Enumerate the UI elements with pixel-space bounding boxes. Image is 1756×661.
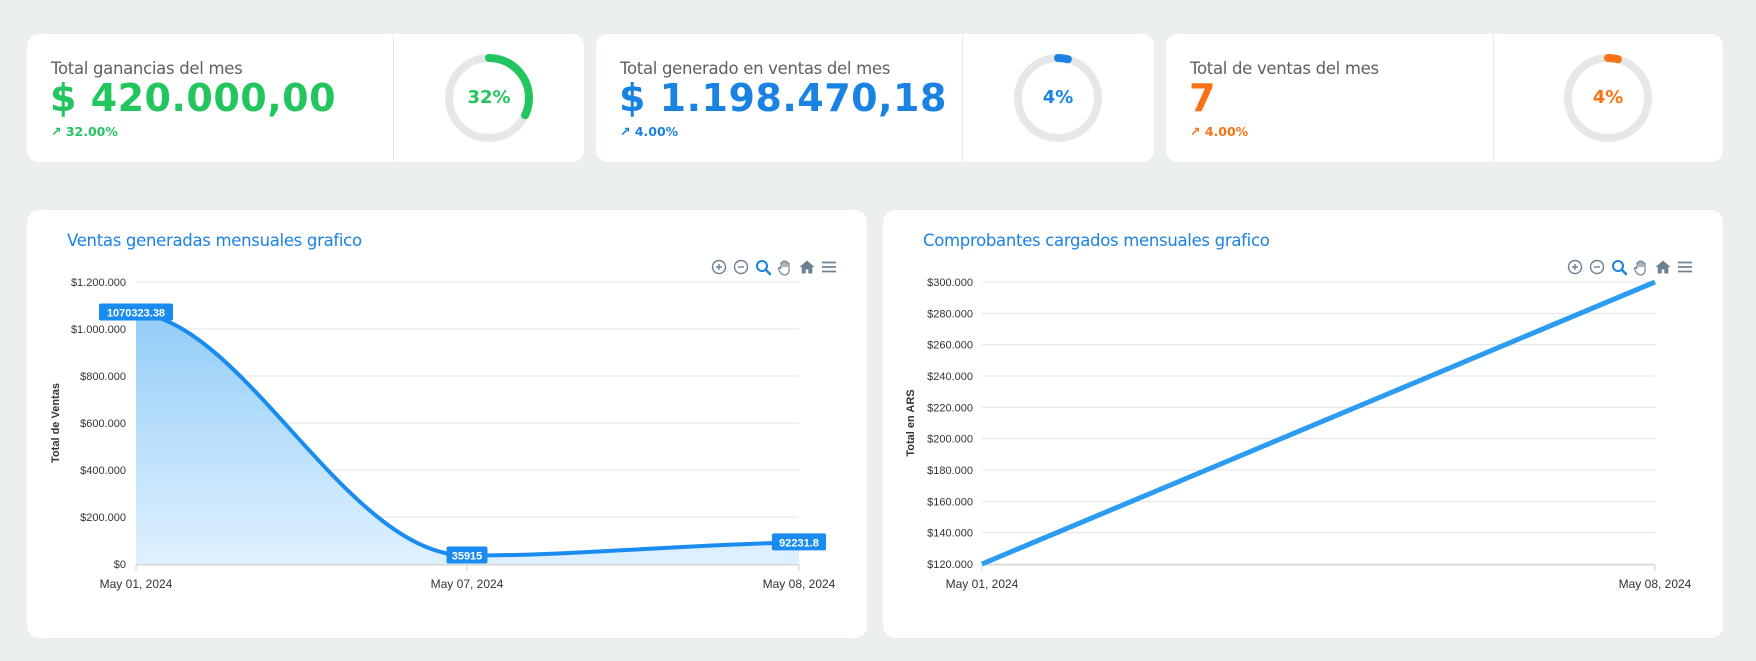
stat-card-ganancias: Total ganancias del mes $ 420.000,00 ↗ 3… xyxy=(27,34,584,162)
data-label: 1070323.38 xyxy=(99,303,173,321)
data-label: 35915 xyxy=(446,546,488,564)
donut-label: 4% xyxy=(1042,87,1074,108)
stat-trend: ↗ 4.00% xyxy=(1190,124,1249,139)
data-label-text: 1070323.38 xyxy=(107,307,165,319)
y-tick-label: $120.000 xyxy=(927,559,973,571)
y-tick-label: $300.000 xyxy=(927,277,973,289)
x-tick-label: May 07, 2024 xyxy=(431,577,504,591)
y-tick-label: $0 xyxy=(114,559,126,571)
area-fill xyxy=(136,312,799,564)
y-tick-label: $240.000 xyxy=(927,371,973,383)
y-tick-label: $400.000 xyxy=(80,465,126,477)
y-tick-label: $180.000 xyxy=(927,465,973,477)
data-label-text: 35915 xyxy=(452,551,483,563)
stat-value: $ 420.000,00 xyxy=(50,76,337,120)
y-tick-label: $160.000 xyxy=(927,496,973,508)
chart-area: $120.000 $140.000 $160.000 $180.000 $200.000… xyxy=(905,277,1692,591)
stat-card-ventas-generado: Total generado en ventas del mes $ 1.198… xyxy=(596,34,1154,162)
series-line xyxy=(981,279,1656,567)
y-tick-label: $800.000 xyxy=(80,371,126,383)
chart-area: $0 $200.000 $400.000 $600.000 $800.000 $1.000… xyxy=(50,277,836,591)
divider xyxy=(393,34,394,162)
y-tick-label: $600.000 xyxy=(80,418,126,430)
y-tick-label: $280.000 xyxy=(927,308,973,320)
stat-label: Total de ventas del mes xyxy=(1190,59,1379,78)
y-tick-label: $1.200.000 xyxy=(71,277,126,289)
divider xyxy=(962,34,963,162)
donut-label: 32% xyxy=(467,87,511,108)
chart-card-comprobantes: Comprobantes cargados mensuales grafico … xyxy=(883,210,1723,638)
x-tick-label: May 08, 2024 xyxy=(1619,577,1692,591)
chart-card-ventas: Ventas generadas mensuales grafico $0 $20… xyxy=(27,210,867,638)
y-tick-label: $260.000 xyxy=(927,340,973,352)
y-tick-label: $200.000 xyxy=(927,434,973,446)
divider xyxy=(1493,34,1494,162)
y-tick-label: $220.000 xyxy=(927,402,973,414)
x-tick-label: May 01, 2024 xyxy=(946,577,1019,591)
x-tick-label: May 01, 2024 xyxy=(100,577,173,591)
stat-trend: ↗ 32.00% xyxy=(51,124,118,139)
y-axis-title: Total en ARS xyxy=(905,389,917,456)
stat-value: 7 xyxy=(1189,76,1216,120)
stat-card-cantidad-ventas: Total de ventas del mes 7 ↗ 4.00% 4% xyxy=(1166,34,1723,162)
stat-trend: ↗ 4.00% xyxy=(620,124,679,139)
y-axis-title: Total de Ventas xyxy=(50,383,62,463)
y-tick-label: $1.000.000 xyxy=(71,324,126,336)
y-tick-label: $200.000 xyxy=(80,512,126,524)
data-label: 92231.8 xyxy=(771,533,827,551)
x-tick-label: May 08, 2024 xyxy=(763,577,836,591)
donut-label: 4% xyxy=(1592,87,1624,108)
stat-value: $ 1.198.470,18 xyxy=(619,76,947,120)
data-label-text: 92231.8 xyxy=(779,537,819,549)
progress-donut: 4% xyxy=(1012,52,1104,144)
y-tick-label: $140.000 xyxy=(927,528,973,540)
progress-donut: 32% xyxy=(443,52,535,144)
progress-donut: 4% xyxy=(1562,52,1654,144)
